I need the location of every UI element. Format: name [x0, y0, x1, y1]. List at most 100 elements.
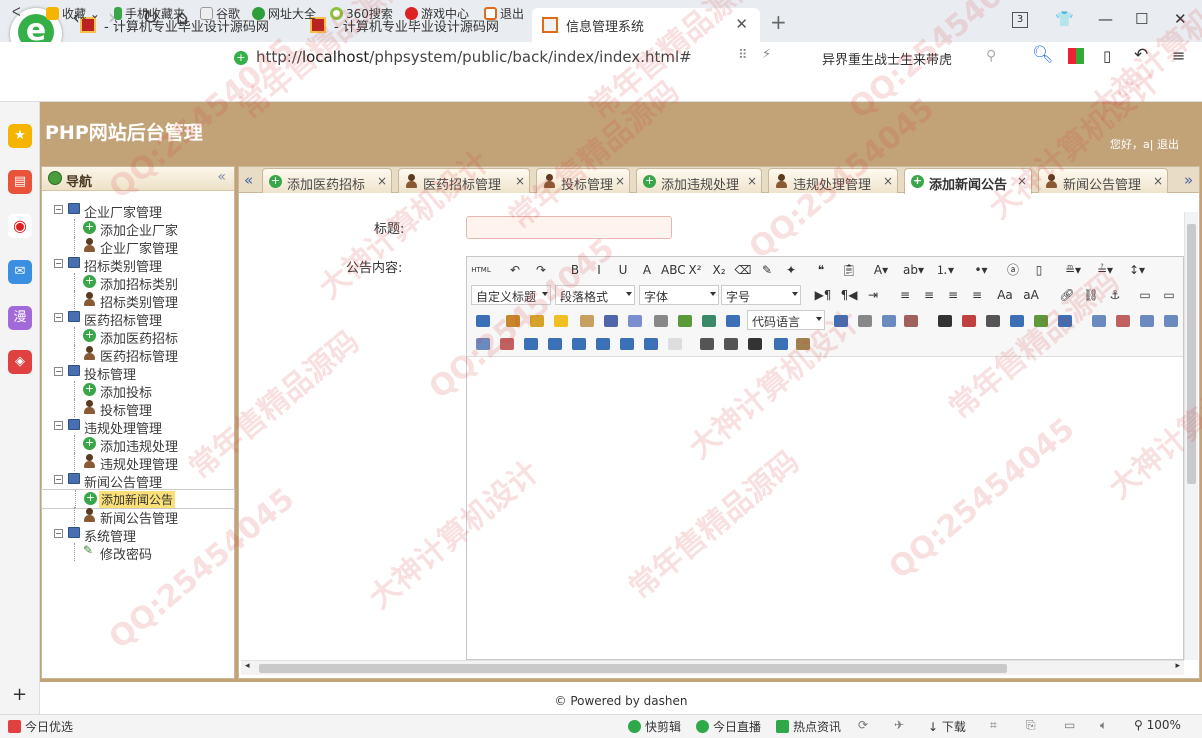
rtl-icon[interactable]: ¶◀ [839, 285, 859, 305]
blockquote-icon[interactable]: ❝ [811, 260, 831, 280]
lowercase-icon[interactable]: aA [1021, 285, 1041, 305]
align-right-icon[interactable]: ≡ [943, 285, 963, 305]
tree-item[interactable]: 违规处理管理 [41, 453, 235, 473]
scroll-left-icon[interactable]: ◂ [245, 661, 250, 671]
expand-toggle-icon[interactable]: − [54, 475, 63, 484]
ordered-list-icon[interactable]: ⒈▾ [935, 260, 955, 280]
insert-frame-icon[interactable] [723, 310, 743, 330]
lightning-icon[interactable]: ⚡ [762, 47, 771, 62]
minimize-icon[interactable]: — [1098, 10, 1113, 28]
background-color-icon[interactable]: ab▾ [903, 260, 924, 280]
page-break-icon[interactable] [831, 310, 851, 330]
align-center-icon[interactable]: ≡ [919, 285, 939, 305]
wordimage-icon[interactable] [1031, 310, 1051, 330]
justify-icon[interactable]: ≡ [967, 285, 987, 305]
tree-group[interactable]: − 新闻公告管理 [41, 471, 235, 491]
undo-icon[interactable]: ↶ [1134, 45, 1148, 65]
news-icon[interactable]: ▤ [8, 170, 32, 194]
font-border-icon[interactable]: A [637, 260, 657, 280]
tree-item[interactable]: + 添加企业厂家 [41, 219, 235, 239]
bookmark-sites[interactable]: 网址大全 [252, 5, 316, 22]
print-icon[interactable] [697, 333, 717, 353]
sidebar-toggle-icon[interactable]: ᐸ [12, 5, 21, 19]
tree-item[interactable]: 新闻公告管理 [41, 507, 235, 527]
tree-group[interactable]: − 招标类别管理 [41, 255, 235, 275]
font-color-icon[interactable]: A▾ [871, 260, 891, 280]
expand-toggle-icon[interactable]: − [54, 205, 63, 214]
emotion-icon[interactable] [551, 310, 571, 330]
subscript-icon[interactable]: X₂ [709, 260, 729, 280]
download-button[interactable]: ↓ 下载 [928, 718, 966, 735]
horizontal-scrollbar[interactable]: ◂ ▸ [241, 660, 1184, 675]
tree-group[interactable]: − 系统管理 [41, 525, 235, 545]
close-tab-icon[interactable]: × [515, 174, 525, 188]
line-height-icon[interactable]: ↕▾ [1127, 260, 1147, 280]
map-icon[interactable] [675, 310, 695, 330]
scroll-right-icon[interactable]: ▸ [1175, 661, 1180, 671]
template-icon[interactable] [901, 310, 921, 330]
comic-icon[interactable]: 漫 [8, 306, 32, 330]
speed-icon[interactable]: ⟳ [858, 718, 868, 732]
html-source-button[interactable]: HTML [471, 260, 491, 280]
add-icon[interactable]: + [12, 684, 27, 705]
tree-group[interactable]: − 企业厂家管理 [41, 201, 235, 221]
zoom-control[interactable]: ⚲ 100% [1134, 718, 1181, 732]
tab-5[interactable]: 违规处理管理 × [768, 168, 898, 193]
tabs-scroll-right-icon[interactable]: » [1184, 171, 1193, 189]
tree-item[interactable]: ✎ 修改密码 [41, 543, 235, 563]
close-tab-icon[interactable]: × [377, 174, 387, 188]
bold-icon[interactable]: B [565, 260, 585, 280]
custom-heading-select[interactable]: 自定义标题 [471, 285, 551, 305]
splittocols-icon[interactable] [593, 333, 613, 353]
volume-icon[interactable]: 🔈︎ [1100, 718, 1107, 733]
address-bar[interactable]: + http://localhost/phpsystem/public/back/… [224, 46, 804, 70]
tree-group[interactable]: − 违规处理管理 [41, 417, 235, 437]
bookmark-exit[interactable]: 退出 [484, 5, 524, 22]
tree-item[interactable]: + 添加新闻公告 [41, 489, 235, 509]
align-left-icon[interactable]: ≡ [895, 285, 915, 305]
image-none-icon[interactable]: ▭ [1135, 285, 1155, 305]
background-icon[interactable] [879, 310, 899, 330]
image-left-icon[interactable]: ▭ [1159, 285, 1179, 305]
search-input[interactable]: 异界重生战士生来带虎 [822, 49, 952, 68]
simple-upload-icon[interactable] [503, 310, 523, 330]
tabs-scroll-left-icon[interactable]: « [244, 171, 253, 189]
music-icon[interactable] [625, 310, 645, 330]
help-icon[interactable] [771, 333, 791, 353]
underline-icon[interactable]: U [613, 260, 633, 280]
shirt-icon[interactable]: 👕 [1055, 10, 1074, 28]
row-spacing-top-icon[interactable]: ≞▾ [1063, 260, 1083, 280]
undo-icon[interactable]: ↶ [505, 260, 525, 280]
maximize-icon[interactable]: ☐ [1135, 10, 1148, 28]
pdf-icon[interactable]: ⎘ [1026, 718, 1036, 733]
expand-toggle-icon[interactable]: − [54, 529, 63, 538]
unlink-icon[interactable]: ⛓ [1081, 285, 1101, 305]
date-icon[interactable] [959, 310, 979, 330]
image-center-icon[interactable] [473, 310, 493, 330]
collapse-icon[interactable]: « [217, 169, 226, 185]
select-all-icon[interactable]: ⓐ [1003, 260, 1023, 280]
tree-item[interactable]: + 添加投标 [41, 381, 235, 401]
deleterow-icon[interactable] [521, 333, 541, 353]
tree-item[interactable]: + 添加招标类别 [41, 273, 235, 293]
grid-icon[interactable]: ⠿ [738, 48, 748, 63]
link-icon[interactable]: 🔗︎ [1057, 285, 1077, 305]
mergeright-icon[interactable] [473, 333, 493, 353]
redo-icon[interactable]: ↷ [531, 260, 551, 280]
close-tab-icon[interactable]: × [883, 174, 893, 188]
status-item-3[interactable]: 热点资讯 [776, 718, 841, 735]
gmap-icon[interactable] [699, 310, 719, 330]
insertrow-icon[interactable] [1137, 310, 1157, 330]
browser-tab-3[interactable]: 信息管理系统 ✕ [532, 8, 760, 42]
scroll-thumb[interactable] [259, 664, 1007, 673]
format-brush-icon[interactable]: ✎ [757, 260, 777, 280]
deletecol-icon[interactable] [545, 333, 565, 353]
pagebreak-icon[interactable] [855, 310, 875, 330]
editor-content-area[interactable] [467, 358, 1183, 658]
tab-3[interactable]: 投标管理 × [536, 168, 630, 193]
font-size-select[interactable]: 字号 [721, 285, 801, 305]
code-language-select[interactable]: 代码语言 [747, 310, 825, 330]
expand-toggle-icon[interactable]: − [54, 367, 63, 376]
attachment-icon[interactable] [651, 310, 671, 330]
weibo-icon[interactable]: ◉ [8, 214, 32, 238]
